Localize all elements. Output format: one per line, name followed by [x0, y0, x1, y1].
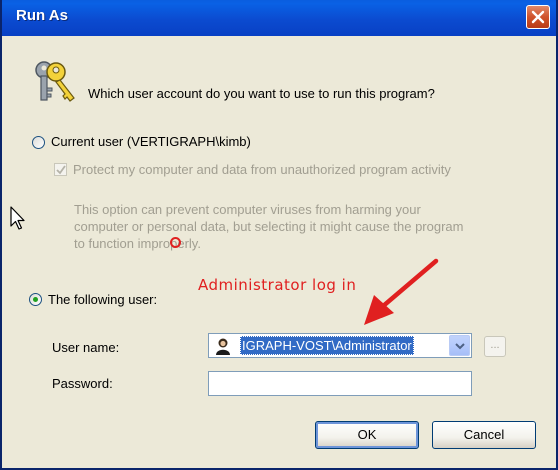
close-button[interactable]	[526, 5, 550, 29]
checkmark-icon	[56, 165, 66, 175]
current-user-label[interactable]: Current user (VERTIGRAPH\kimb)	[51, 134, 251, 149]
user-icon	[216, 338, 230, 355]
protect-checkbox[interactable]	[54, 163, 67, 176]
protect-label: Protect my computer and data from unauth…	[73, 162, 451, 177]
mouse-cursor-icon	[10, 206, 25, 230]
following-user-radio[interactable]	[29, 293, 42, 306]
annotation-text: Administrator log in	[198, 276, 357, 294]
description-line: computer or personal data, but selecting…	[74, 219, 464, 234]
close-icon	[531, 10, 545, 24]
cancel-button[interactable]: Cancel	[432, 421, 536, 449]
chevron-down-icon	[455, 343, 465, 350]
run-as-dialog: Run As Which user account do you want to…	[0, 0, 558, 470]
window-title: Run As	[16, 7, 68, 24]
browse-button[interactable]: ...	[484, 336, 506, 357]
username-combobox[interactable]: IGRAPH-VOST\Administrator	[208, 333, 472, 358]
following-user-label[interactable]: The following user:	[48, 292, 157, 307]
username-value[interactable]: IGRAPH-VOST\Administrator	[240, 336, 414, 355]
protection-description: This option can prevent computer viruses…	[74, 201, 544, 252]
username-label: User name:	[52, 340, 120, 355]
ok-button[interactable]: OK	[315, 421, 419, 449]
keys-icon	[35, 61, 75, 102]
annotation-circle	[170, 237, 181, 248]
description-line: to function improperly.	[74, 236, 201, 251]
description-line: This option can prevent computer viruses…	[74, 202, 421, 217]
title-bar[interactable]: Run As	[2, 0, 556, 36]
password-field[interactable]	[208, 371, 472, 396]
current-user-radio[interactable]	[32, 136, 45, 149]
username-dropdown-button[interactable]	[449, 335, 470, 356]
account-question: Which user account do you want to use to…	[88, 86, 435, 101]
password-label: Password:	[52, 376, 113, 391]
annotation-arrow	[364, 258, 439, 325]
